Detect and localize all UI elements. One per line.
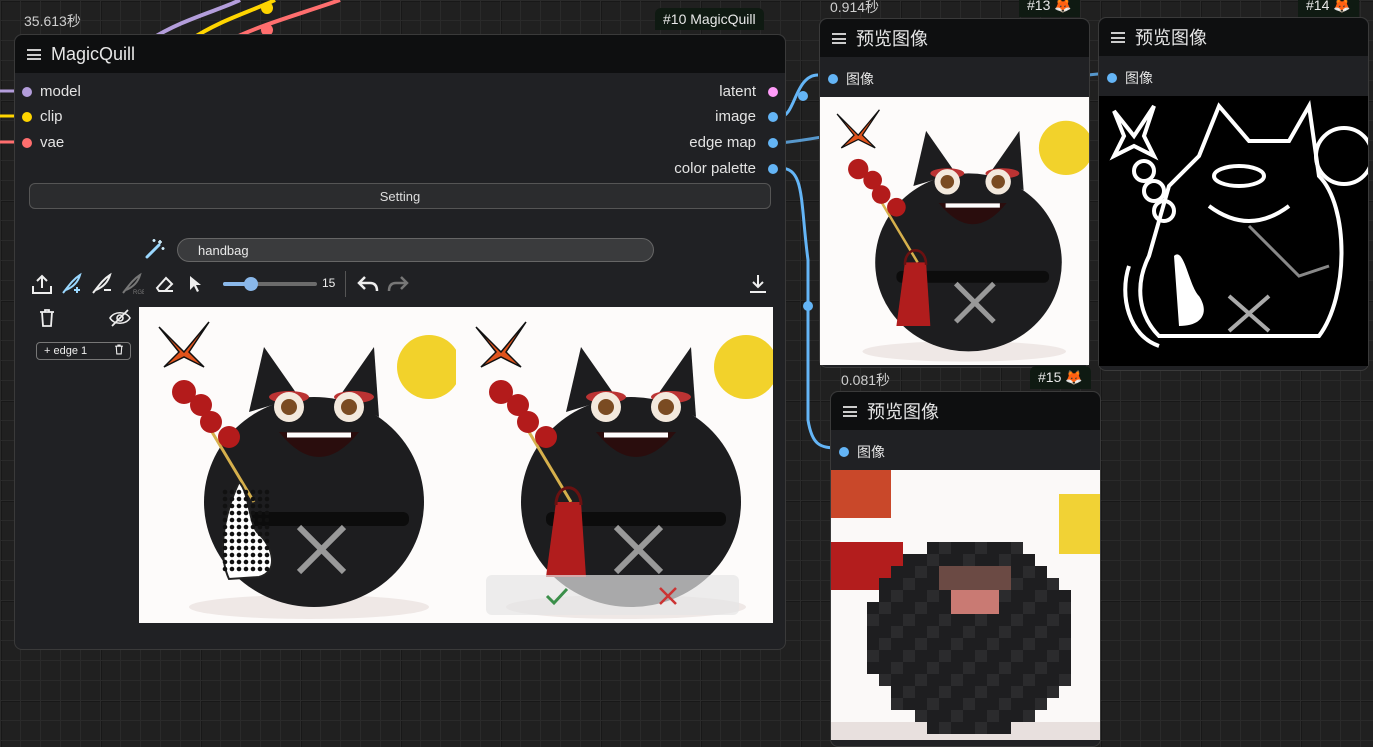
magicquill-node[interactable]: MagicQuill model clip vae latent image e…	[14, 34, 786, 650]
svg-text:RGB: RGB	[133, 290, 144, 296]
prompt-input[interactable]: handbag	[177, 238, 654, 262]
socket-dot[interactable]	[22, 137, 32, 148]
input-label: 图像	[1125, 70, 1153, 86]
brush-size-value: 15	[322, 276, 336, 290]
node-id-badge: #15 🦊	[1030, 366, 1091, 389]
node-timer: 0.914秒	[830, 0, 880, 15]
input-label: vae	[40, 134, 65, 151]
socket-dot[interactable]	[22, 86, 32, 97]
node-header[interactable]: 预览图像	[820, 19, 1089, 57]
node-id-badge: #13 🦊	[1019, 0, 1080, 17]
magic-wand-icon[interactable]	[143, 237, 167, 261]
subtract-brush-icon[interactable]	[90, 272, 114, 296]
x-icon[interactable]	[657, 585, 679, 612]
node-title: 预览图像	[1135, 28, 1207, 48]
socket-dot[interactable]	[768, 163, 778, 174]
output-label: color palette	[674, 160, 756, 177]
check-icon[interactable]	[544, 585, 570, 612]
menu-icon[interactable]	[843, 405, 857, 417]
input-model[interactable]: model	[22, 83, 81, 100]
cat-image-pair	[139, 307, 773, 623]
trash-icon[interactable]	[35, 306, 59, 330]
trash-icon[interactable]	[114, 344, 124, 358]
edge-map-image	[1099, 96, 1368, 366]
upload-icon[interactable]	[30, 272, 54, 296]
download-icon[interactable]	[746, 272, 770, 296]
socket-dot[interactable]	[768, 137, 778, 148]
edge-layer-label: + edge 1	[44, 345, 88, 357]
menu-icon[interactable]	[1111, 31, 1125, 43]
eraser-icon[interactable]	[153, 272, 177, 296]
preview-image-node-14[interactable]: 预览图像 图像	[1098, 17, 1369, 371]
output-label: edge map	[689, 134, 756, 151]
input-label: model	[40, 83, 81, 100]
setting-button[interactable]: Setting	[29, 183, 771, 209]
socket-dot[interactable]	[768, 86, 778, 97]
menu-icon[interactable]	[832, 32, 846, 44]
socket-dot[interactable]	[828, 74, 838, 84]
menu-icon[interactable]	[27, 48, 41, 60]
input-vae[interactable]: vae	[22, 134, 64, 151]
slider-knob[interactable]	[244, 277, 259, 291]
redo-icon[interactable]	[386, 272, 410, 296]
node-title: 预览图像	[856, 29, 928, 49]
input-label: 图像	[846, 71, 874, 87]
socket-dot[interactable]	[768, 111, 778, 122]
drawing-canvas[interactable]	[139, 307, 773, 623]
color-brush-icon[interactable]: RGB	[120, 272, 144, 296]
toolbar-divider	[345, 271, 346, 297]
pointer-icon[interactable]	[183, 272, 207, 296]
socket-dot[interactable]	[1107, 73, 1117, 83]
input-image[interactable]: 图像	[1107, 68, 1153, 88]
result-image	[456, 307, 773, 623]
color-palette-image	[831, 470, 1100, 740]
input-image[interactable]: 图像	[828, 69, 874, 89]
output-label: latent	[719, 83, 756, 100]
add-brush-icon[interactable]	[60, 272, 84, 296]
undo-icon[interactable]	[356, 272, 380, 296]
input-label: 图像	[857, 444, 885, 460]
node-header[interactable]: 预览图像	[831, 392, 1100, 430]
output-edge-map[interactable]: edge map	[689, 134, 778, 151]
input-image[interactable]: 图像	[839, 442, 885, 462]
output-label: image	[715, 108, 756, 125]
preview-image	[820, 97, 1089, 365]
socket-dot[interactable]	[839, 447, 849, 457]
output-image[interactable]: image	[715, 108, 778, 125]
output-color-palette[interactable]: color palette	[674, 160, 778, 177]
node-id-badge: #10 MagicQuill	[655, 8, 764, 30]
node-id-badge: #14 🦊	[1298, 0, 1359, 17]
node-timer: 35.613秒	[24, 13, 81, 29]
input-label: clip	[40, 108, 63, 125]
original-image	[139, 307, 461, 623]
preview-image-node-13[interactable]: 预览图像 图像	[819, 18, 1090, 368]
node-timer: 0.081秒	[841, 372, 891, 388]
socket-dot[interactable]	[22, 111, 32, 122]
node-header[interactable]: MagicQuill	[15, 35, 785, 73]
node-title: 预览图像	[867, 402, 939, 422]
edge-layer-chip[interactable]: + edge 1	[36, 342, 131, 360]
input-clip[interactable]: clip	[22, 108, 63, 125]
output-latent[interactable]: latent	[719, 83, 778, 100]
node-header[interactable]: 预览图像	[1099, 18, 1368, 56]
eye-off-icon[interactable]	[108, 306, 132, 330]
brush-size-slider[interactable]	[223, 277, 317, 291]
preview-image-node-15[interactable]: 预览图像 图像	[830, 391, 1101, 747]
node-title: MagicQuill	[51, 43, 136, 64]
